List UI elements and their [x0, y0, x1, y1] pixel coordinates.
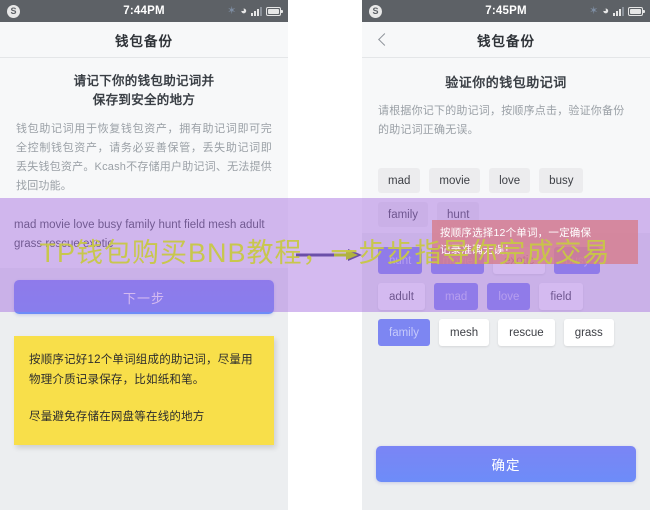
right-status-bar: S 7:45PM ✶ ◕ — [362, 0, 650, 22]
selected-words-row: mad movie love busy family hunt — [378, 168, 634, 227]
right-status-icons: ✶ ◕ — [589, 4, 645, 17]
right-nav-bar: 钱包备份 — [362, 22, 650, 58]
right-page-title: 钱包备份 — [477, 33, 535, 49]
right-hero-description: 请根据你记下的助记词，按顺序点击，验证你备份的助记词正确无误。 — [378, 105, 625, 136]
wifi-icon: ◕ — [602, 4, 609, 17]
left-nav-bar: 钱包备份 — [0, 22, 288, 58]
left-hero-description: 钱包助记词用于恢复钱包资产，拥有助记词即可完全控制钱包资产，请务必妥善保管，丢失… — [16, 123, 272, 192]
left-status-icons: ✶ ◕ — [227, 4, 283, 17]
bluetooth-icon: ✶ — [589, 4, 599, 17]
word-bank-chip[interactable]: field — [539, 283, 583, 310]
battery-icon — [266, 6, 283, 16]
instruction-tooltip: 按顺序选择12个单词，一定确保 记录准确无误！ — [432, 220, 638, 264]
mnemonic-line-2: grass rescue exotic — [14, 238, 114, 250]
left-hero-title-line2: 保存到安全的地方 — [92, 93, 196, 107]
next-step-button[interactable]: 下一步 — [14, 280, 274, 314]
selected-word-chip[interactable]: love — [489, 168, 531, 193]
note-paragraph-2: 尽量避免存储在网盘等在线的地方 — [29, 411, 205, 423]
word-bank-chip[interactable]: love — [487, 283, 531, 310]
tooltip-line-2: 记录准确无误！ — [440, 244, 515, 256]
left-hero-title: 请记下你的钱包助记词并 保存到安全的地方 — [16, 72, 272, 110]
right-hero-title: 验证你的钱包助记词 — [445, 75, 567, 90]
word-bank-chip[interactable]: mesh — [439, 319, 490, 346]
word-bank-chip[interactable]: hunt — [378, 247, 423, 274]
wifi-icon: ◕ — [240, 4, 247, 17]
selected-word-chip[interactable]: movie — [429, 168, 481, 193]
yellow-note-card: 按顺序记好12个单词组成的助记词，尽量用物理介质记录保存，比如纸和笔。 尽量避免… — [14, 336, 274, 445]
battery-icon — [628, 6, 645, 16]
right-content: 验证你的钱包助记词 请根据你记下的助记词，按顺序点击，验证你备份的助记词正确无误… — [362, 58, 650, 510]
word-bank-chip[interactable]: family — [378, 319, 431, 346]
confirm-button[interactable]: 确定 — [376, 446, 636, 482]
left-page-title: 钱包备份 — [115, 33, 173, 49]
selected-word-chip[interactable]: mad — [378, 168, 421, 193]
screenshot-root: S 7:44PM ✶ ◕ 钱包备份 请记下你的钱包助记词并 保存到安全的地方 钱… — [0, 0, 650, 510]
signal-icon — [251, 6, 262, 16]
left-hero-card: 请记下你的钱包助记词并 保存到安全的地方 钱包助记词用于恢复钱包资产，拥有助记词… — [0, 58, 288, 212]
panel-gap — [288, 0, 362, 510]
mnemonic-line-1: mad movie love busy family hunt field me… — [14, 219, 265, 231]
back-chevron-icon[interactable] — [376, 33, 390, 47]
right-hero-card: 验证你的钱包助记词 请根据你记下的助记词，按顺序点击，验证你备份的助记词正确无误… — [362, 58, 650, 156]
bluetooth-icon: ✶ — [227, 4, 237, 17]
tooltip-line-1: 按顺序选择12个单词，一定确保 — [440, 227, 592, 239]
mnemonic-phrase-box: mad movie love busy family hunt field me… — [0, 212, 288, 268]
word-bank-chip[interactable]: adult — [378, 283, 425, 310]
word-bank-chip[interactable]: grass — [563, 319, 614, 346]
note-paragraph-1: 按顺序记好12个单词组成的助记词，尽量用物理介质记录保存，比如纸和笔。 — [29, 354, 253, 386]
selected-word-chip[interactable]: busy — [539, 168, 584, 193]
left-status-bar: S 7:44PM ✶ ◕ — [0, 0, 288, 22]
word-bank-chip[interactable]: rescue — [498, 319, 555, 346]
signal-icon — [613, 6, 624, 16]
left-hero-title-line1: 请记下你的钱包助记词并 — [73, 74, 215, 88]
selected-word-chip[interactable]: family — [378, 202, 429, 227]
word-bank-chip[interactable]: mad — [433, 283, 479, 310]
left-content: 请记下你的钱包助记词并 保存到安全的地方 钱包助记词用于恢复钱包资产，拥有助记词… — [0, 58, 288, 510]
left-phone-screen: S 7:44PM ✶ ◕ 钱包备份 请记下你的钱包助记词并 保存到安全的地方 钱… — [0, 0, 288, 510]
